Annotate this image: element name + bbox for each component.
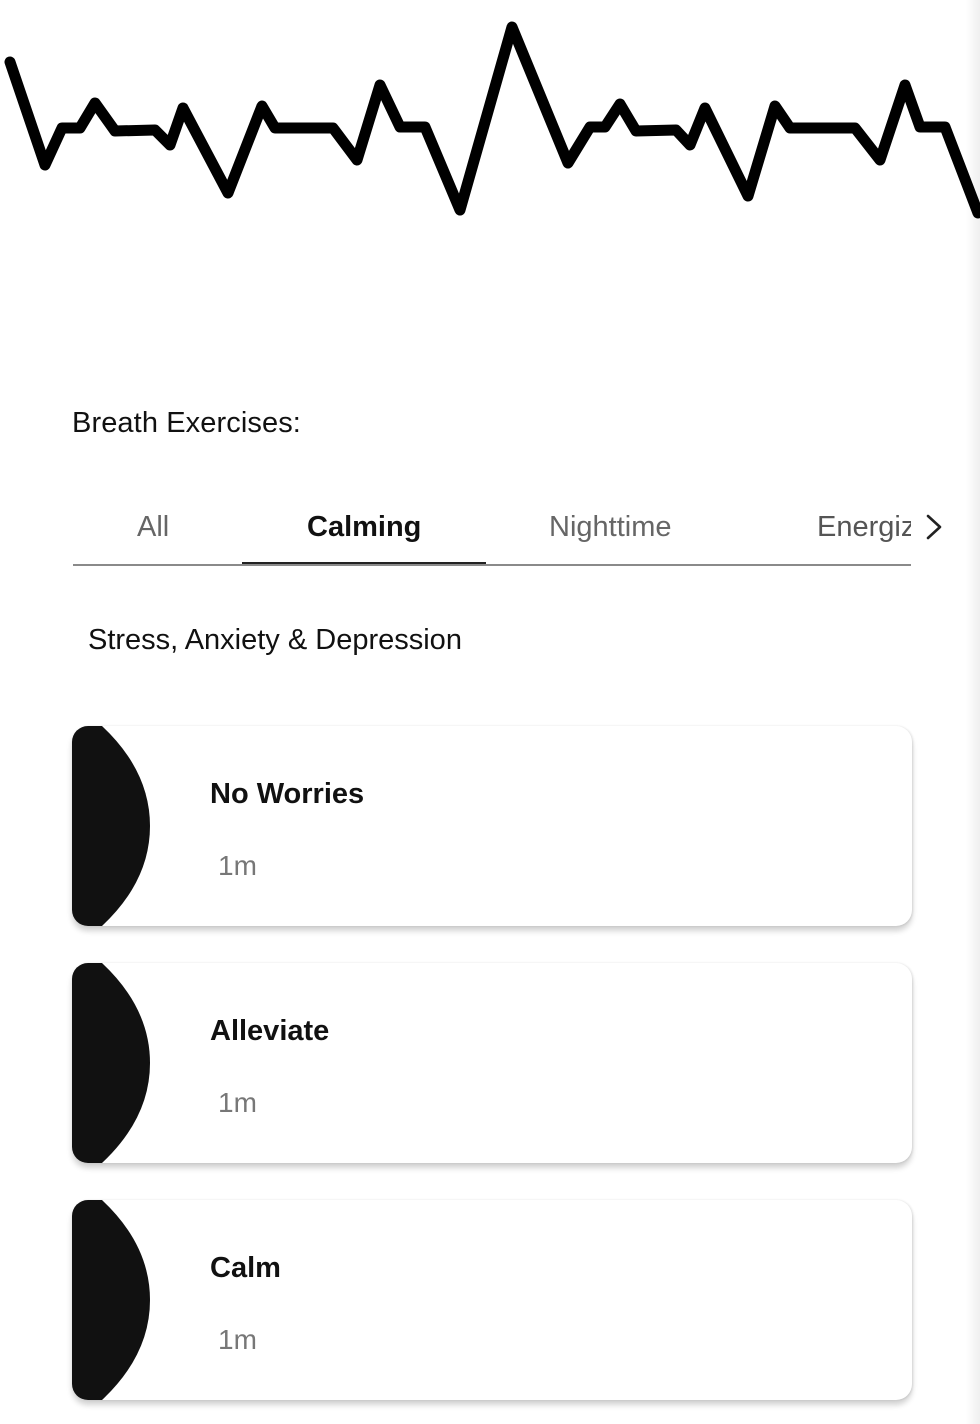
exercise-card-no-worries[interactable]: No Worries 1m: [72, 726, 912, 926]
exercise-name: No Worries: [210, 778, 365, 810]
chevron-right-icon[interactable]: [922, 512, 946, 542]
exercise-card-calm[interactable]: Calm 1m: [72, 1200, 912, 1400]
tab-nighttime[interactable]: Nighttime: [549, 490, 672, 564]
half-circle-icon: [72, 726, 150, 926]
tab-all[interactable]: All: [137, 490, 169, 564]
category-tabs: All Calming Nighttime Energiz: [73, 490, 911, 566]
exercise-duration: 1m: [218, 1087, 257, 1118]
heartbeat-line-icon: [4, 21, 980, 219]
exercise-name: Calm: [210, 1252, 281, 1284]
tabs-divider: [73, 564, 911, 566]
tab-energizing[interactable]: Energiz: [817, 490, 911, 564]
exercise-duration: 1m: [218, 1324, 257, 1355]
exercise-card-alleviate[interactable]: Alleviate 1m: [72, 963, 912, 1163]
tab-calming[interactable]: Calming: [307, 490, 421, 564]
half-circle-icon: [72, 1200, 150, 1400]
section-title: Breath Exercises:: [72, 407, 301, 439]
tab-energizing-label: Energiz: [817, 510, 911, 543]
exercise-duration: 1m: [218, 850, 257, 881]
exercise-name: Alleviate: [210, 1015, 330, 1047]
half-circle-icon: [72, 963, 150, 1163]
group-title: Stress, Anxiety & Depression: [88, 624, 462, 656]
